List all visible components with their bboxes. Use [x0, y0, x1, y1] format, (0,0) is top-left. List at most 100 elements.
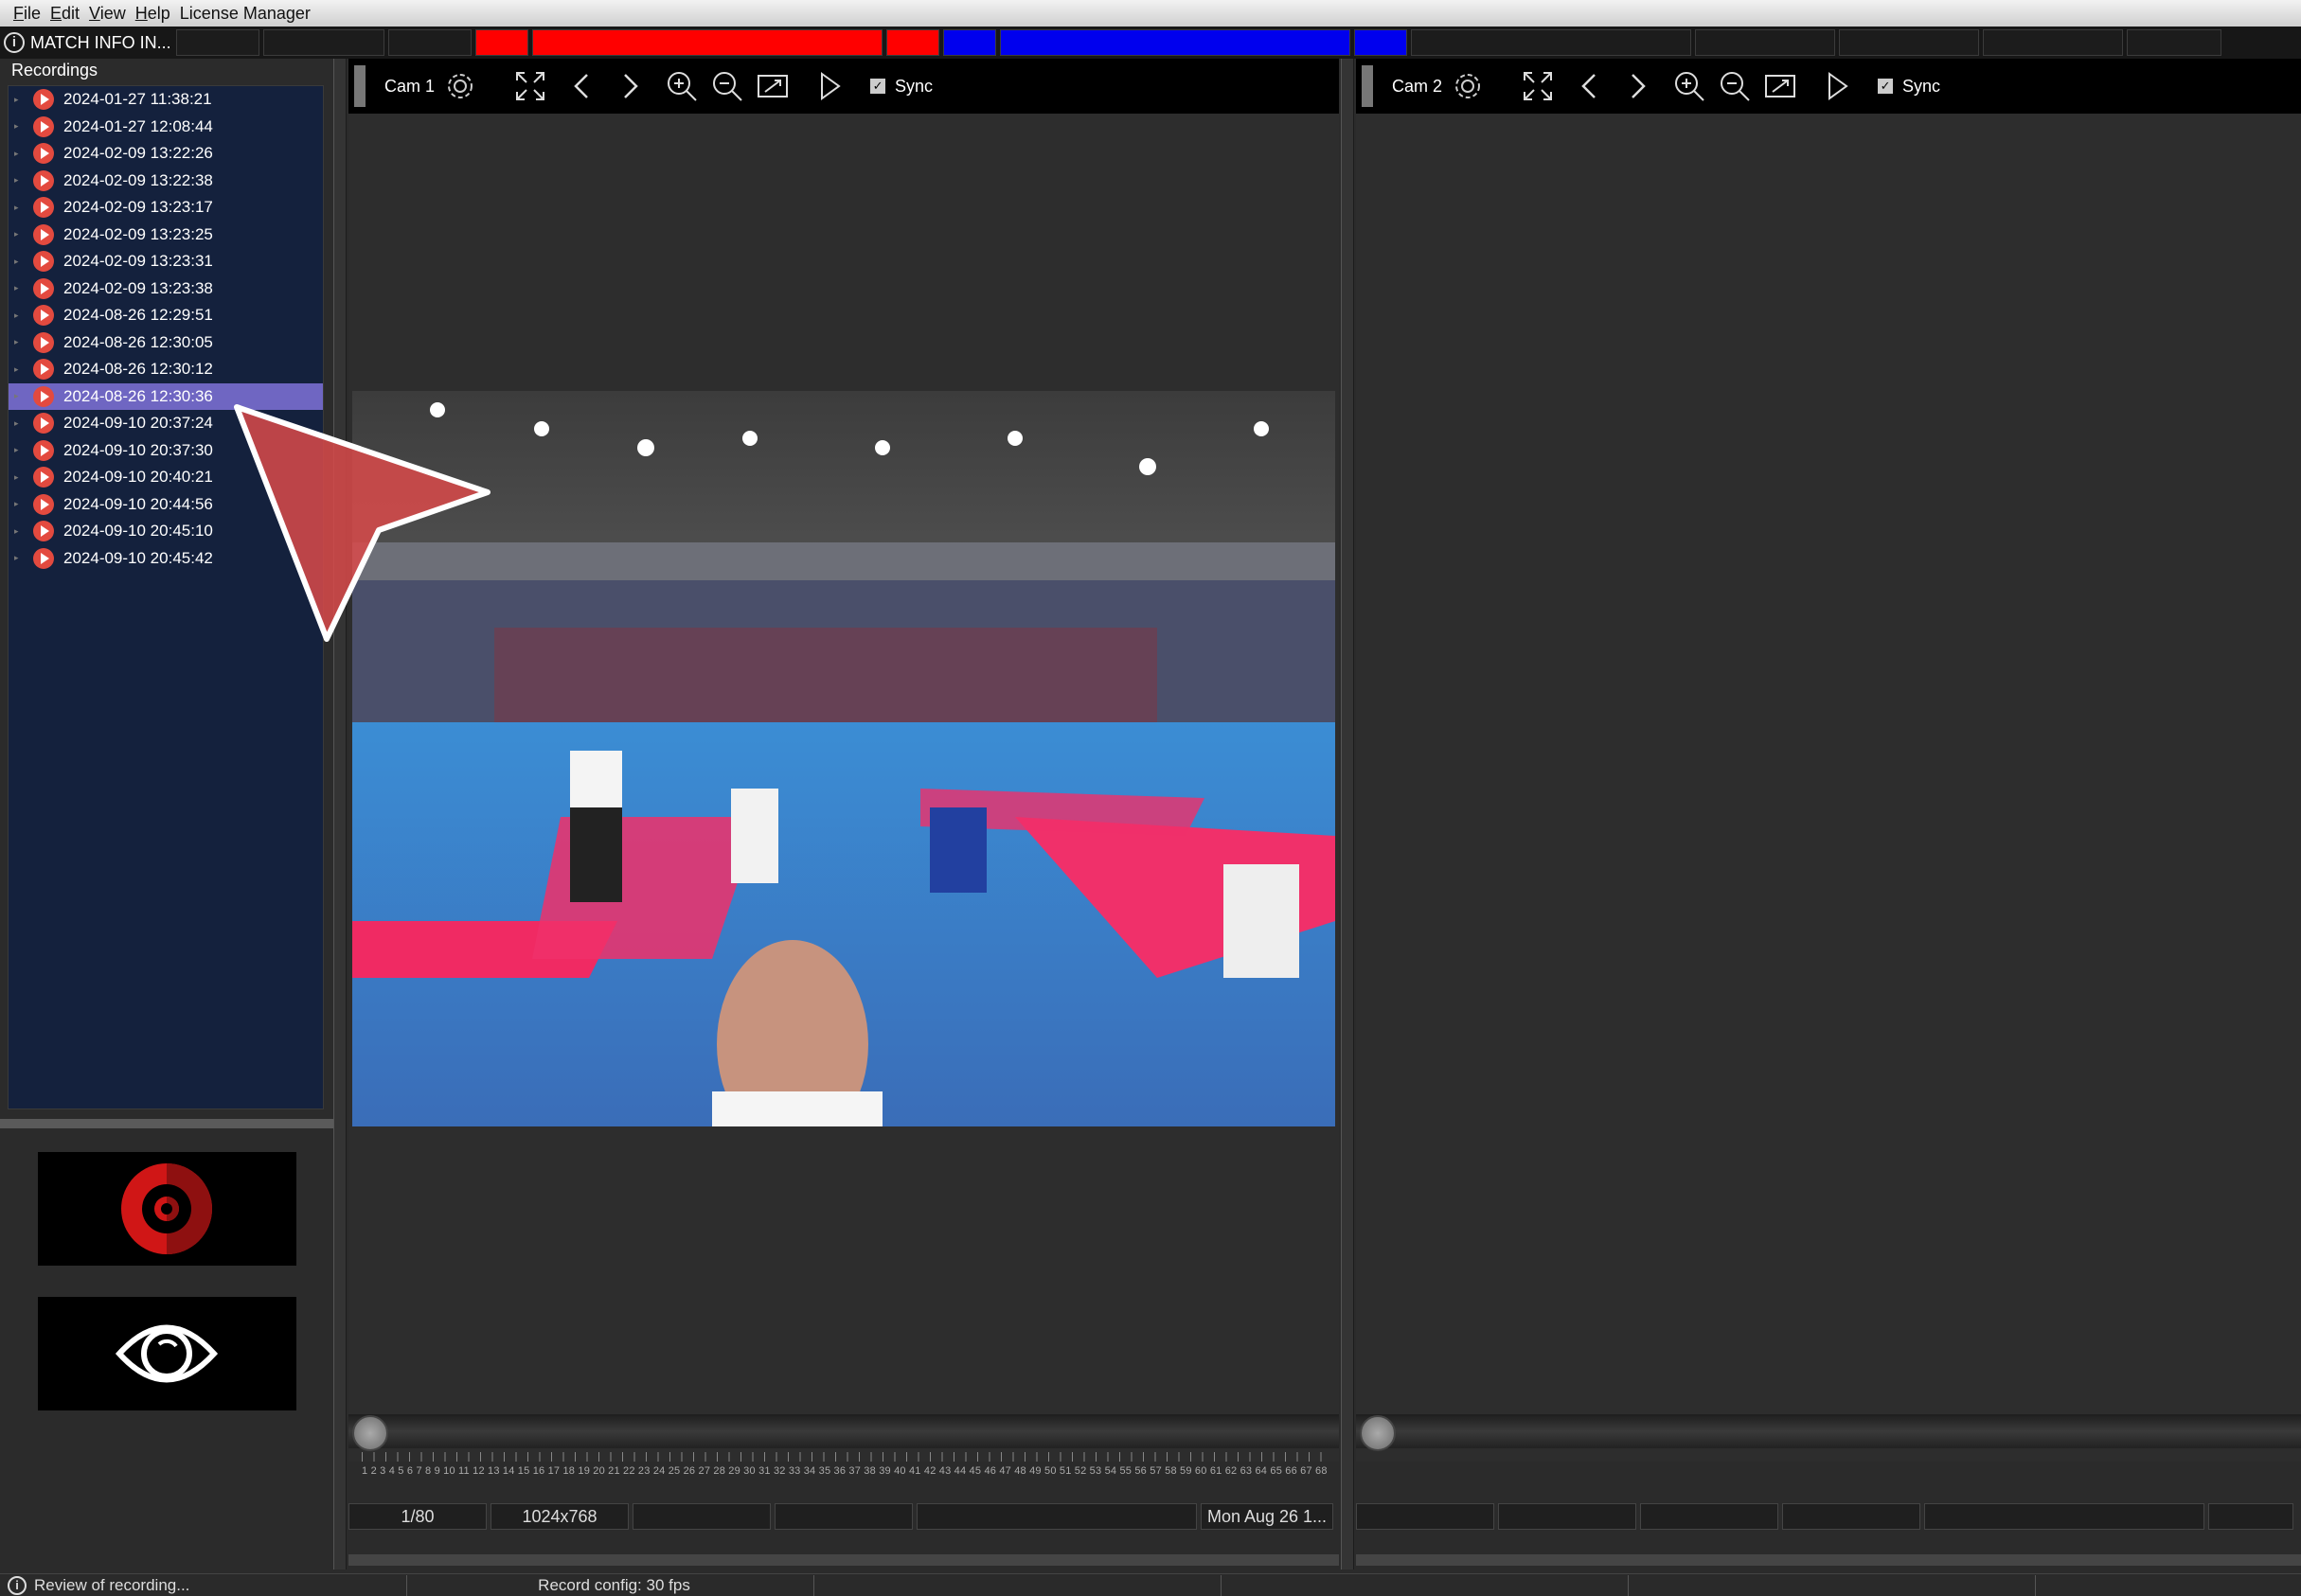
- fit-to-window-icon[interactable]: [1762, 68, 1798, 104]
- recording-item[interactable]: ▸ 2024-02-09 13:23:25: [9, 222, 323, 249]
- zoom-in-icon[interactable]: [664, 68, 700, 104]
- expand-arrow-icon[interactable]: ▸: [14, 310, 26, 321]
- zoom-in-icon[interactable]: [1671, 68, 1707, 104]
- cam2-info-row: [1356, 1503, 2301, 1530]
- recording-label: 2024-02-09 13:22:26: [63, 144, 213, 163]
- cam1-label: Cam 1: [384, 76, 436, 96]
- cam1-timeline-knob[interactable]: [352, 1415, 388, 1451]
- cam2-timeline-knob[interactable]: [1360, 1415, 1396, 1451]
- expand-arrow-icon[interactable]: ▸: [14, 553, 26, 563]
- chevron-right-icon[interactable]: [611, 68, 647, 104]
- record-icon: [121, 1163, 212, 1254]
- cam1-bottom-splitter[interactable]: [348, 1554, 1339, 1566]
- expand-arrow-icon[interactable]: ▸: [14, 337, 26, 347]
- expand-arrow-icon[interactable]: ▸: [14, 121, 26, 132]
- recording-item[interactable]: ▸ 2024-02-09 13:22:38: [9, 168, 323, 195]
- expand-arrow-icon[interactable]: ▸: [14, 499, 26, 509]
- menu-help[interactable]: Help: [135, 4, 170, 24]
- blue-score-cell: [1354, 29, 1407, 56]
- recording-item[interactable]: ▸ 2024-02-09 13:23:31: [9, 248, 323, 275]
- recording-item[interactable]: ▸ 2024-08-26 12:30:12: [9, 356, 323, 383]
- cam2-label: Cam 2: [1392, 76, 1443, 96]
- cam2-viewport[interactable]: [1356, 114, 2301, 1462]
- expand-arrow-icon[interactable]: ▸: [14, 257, 26, 267]
- recording-item[interactable]: ▸ 2024-02-09 13:23:38: [9, 275, 323, 303]
- play-recording-icon: [33, 547, 54, 569]
- expand-arrow-icon[interactable]: ▸: [14, 175, 26, 186]
- expand-arrow-icon[interactable]: ▸: [14, 364, 26, 375]
- zoom-out-icon[interactable]: [1717, 68, 1753, 104]
- expand-arrow-icon[interactable]: ▸: [14, 229, 26, 239]
- info-cell: [1411, 29, 1691, 56]
- expand-arrow-icon[interactable]: ▸: [14, 149, 26, 159]
- fit-to-window-icon[interactable]: [755, 68, 791, 104]
- status-bar: i Review of recording... Record config: …: [0, 1573, 2301, 1596]
- play-recording-icon: [33, 521, 54, 542]
- cam1-sync-label: Sync: [895, 76, 934, 96]
- recording-label: 2024-02-09 13:22:38: [63, 170, 213, 189]
- expand-arrow-icon[interactable]: ▸: [14, 418, 26, 429]
- vertical-splitter[interactable]: [1341, 59, 1354, 1569]
- blue-score-cell: [943, 29, 996, 56]
- expand-arrow-icon[interactable]: ▸: [14, 472, 26, 483]
- status-cell: [1629, 1574, 2036, 1596]
- fullscreen-icon[interactable]: [1520, 68, 1556, 104]
- recording-label: 2024-09-10 20:37:30: [63, 440, 213, 459]
- match-info-bar: i MATCH INFO IN...: [0, 27, 2301, 59]
- chevron-left-icon[interactable]: [565, 68, 601, 104]
- expand-arrow-icon[interactable]: ▸: [14, 391, 26, 401]
- info-cell: [2127, 29, 2221, 56]
- chevron-left-icon[interactable]: [1573, 68, 1609, 104]
- expand-arrow-icon[interactable]: ▸: [14, 203, 26, 213]
- cam1-info-cell: [917, 1503, 1197, 1530]
- cam2-info-cell: [1498, 1503, 1636, 1530]
- play-icon[interactable]: [1819, 68, 1855, 104]
- expand-arrow-icon[interactable]: ▸: [14, 283, 26, 293]
- expand-arrow-icon[interactable]: ▸: [14, 95, 26, 105]
- cam2-sync-checkbox[interactable]: ✓ Sync: [1878, 77, 1940, 97]
- fullscreen-icon[interactable]: [512, 68, 548, 104]
- match-info[interactable]: i MATCH INFO IN...: [0, 32, 176, 53]
- recording-item[interactable]: ▸ 2024-02-09 13:23:17: [9, 194, 323, 222]
- play-recording-icon: [33, 277, 54, 299]
- cam2-toolbar: Cam 2 ✓ Sync: [1356, 59, 2301, 114]
- vertical-splitter[interactable]: [333, 59, 347, 1569]
- cam2-timeline-slider[interactable]: [1356, 1414, 2301, 1451]
- gear-icon[interactable]: [442, 68, 478, 104]
- expand-arrow-icon[interactable]: ▸: [14, 445, 26, 455]
- play-recording-icon: [33, 467, 54, 488]
- recording-item[interactable]: ▸ 2024-01-27 12:08:44: [9, 114, 323, 141]
- recording-item[interactable]: ▸ 2024-02-09 13:22:26: [9, 140, 323, 168]
- record-button[interactable]: [38, 1152, 296, 1266]
- status-message-text: Review of recording...: [34, 1575, 190, 1594]
- recording-label: 2024-08-26 12:30:12: [63, 360, 213, 379]
- toolbar-grip[interactable]: [1362, 65, 1373, 107]
- play-recording-icon: [33, 385, 54, 407]
- recording-label: 2024-08-26 12:30:05: [63, 332, 213, 351]
- blue-competitor-cell: [1000, 29, 1350, 56]
- expand-arrow-icon[interactable]: ▸: [14, 526, 26, 537]
- recording-item[interactable]: ▸ 2024-01-27 11:38:21: [9, 86, 323, 114]
- left-panel-splitter[interactable]: [0, 1119, 333, 1128]
- recording-label: 2024-09-10 20:37:24: [63, 414, 213, 433]
- menu-license-manager[interactable]: License Manager: [180, 4, 311, 24]
- red-score-cell: [475, 29, 528, 56]
- recording-item[interactable]: ▸ 2024-08-26 12:29:51: [9, 302, 323, 329]
- play-icon[interactable]: [812, 68, 847, 104]
- play-recording-icon: [33, 197, 54, 219]
- cam2-bottom-splitter[interactable]: [1356, 1554, 2301, 1566]
- zoom-out-icon[interactable]: [709, 68, 745, 104]
- review-button[interactable]: [38, 1297, 296, 1410]
- recording-item[interactable]: ▸ 2024-08-26 12:30:05: [9, 329, 323, 357]
- menu-file[interactable]: File: [13, 4, 41, 24]
- cam1-timeline-slider[interactable]: [348, 1414, 1339, 1451]
- play-recording-icon: [33, 115, 54, 137]
- recording-label: 2024-02-09 13:23:17: [63, 198, 213, 217]
- chevron-right-icon[interactable]: [1618, 68, 1654, 104]
- cam1-sync-checkbox[interactable]: ✓ Sync: [870, 77, 933, 97]
- cam2-panel: Cam 2 ✓ Sync: [1356, 59, 2301, 1569]
- menu-view[interactable]: View: [89, 4, 126, 24]
- gear-icon[interactable]: [1450, 68, 1486, 104]
- toolbar-grip[interactable]: [354, 65, 366, 107]
- menu-edit[interactable]: Edit: [50, 4, 80, 24]
